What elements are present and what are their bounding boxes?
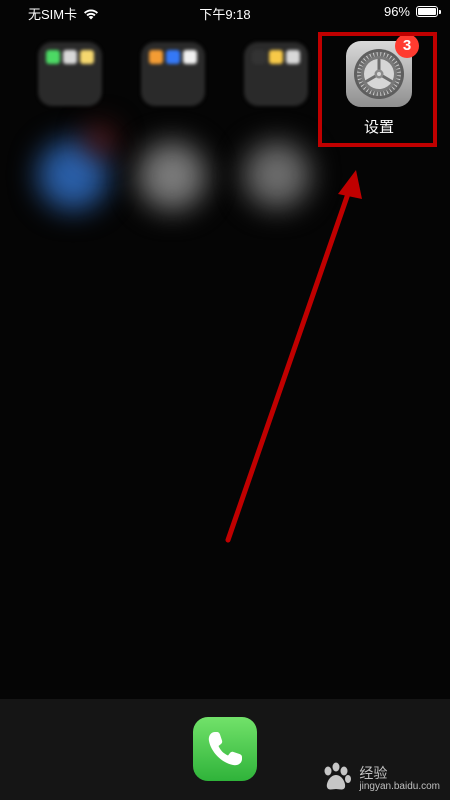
baidu-paw-logo bbox=[324, 762, 352, 790]
watermark-text: 经验 bbox=[359, 765, 388, 781]
phone-icon bbox=[208, 732, 242, 766]
arrow-annotation bbox=[225, 170, 362, 543]
watermark: 经验 jingyan.baidu.com bbox=[319, 762, 440, 792]
phone-app-icon[interactable] bbox=[193, 717, 257, 781]
watermark-domain: jingyan.baidu.com bbox=[359, 781, 440, 792]
